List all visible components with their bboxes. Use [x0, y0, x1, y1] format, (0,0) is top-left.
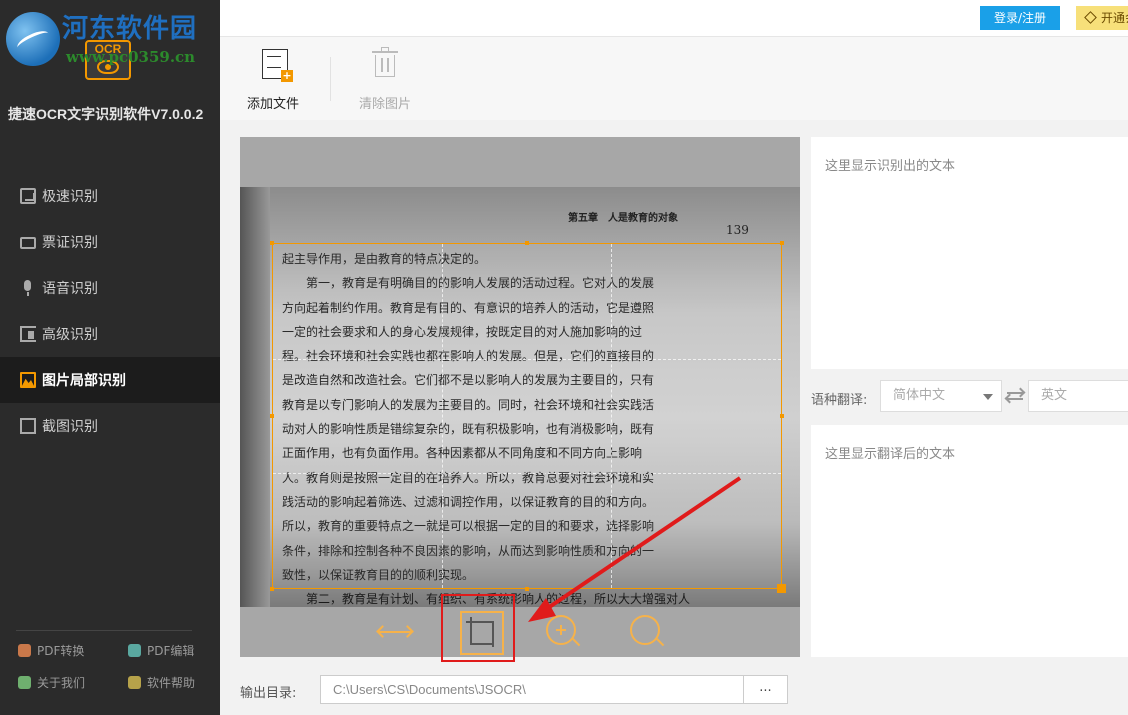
recognized-text-area[interactable]: 这里显示识别出的文本 — [811, 137, 1128, 369]
target-language-value: 英文 — [1041, 388, 1068, 403]
add-file-label: 添加文件 — [246, 97, 299, 112]
vip-button[interactable]: 开通会员 — [1076, 6, 1128, 30]
advanced-icon — [20, 326, 36, 342]
screenshot-icon — [20, 418, 36, 434]
source-language-value: 简体中文 — [893, 388, 946, 403]
grid-line — [442, 244, 444, 588]
pdf-edit-icon — [128, 644, 141, 657]
swap-languages-icon[interactable] — [1005, 386, 1025, 406]
sidebar: 河东软件园 OCR www.pc0359.cn 捷速OCR文字识别软件V7.0.… — [0, 0, 220, 715]
pdf-edit-link[interactable]: PDF编辑 — [128, 642, 194, 659]
recognized-text-placeholder: 这里显示识别出的文本 — [825, 159, 956, 174]
resize-handle[interactable] — [777, 584, 786, 593]
image-icon — [20, 372, 36, 388]
annotation-highlight-box — [441, 594, 515, 662]
output-dir-field[interactable]: C:\Users\CS\Documents\JSOCR\ — [320, 675, 744, 704]
browse-button[interactable]: ... — [743, 675, 788, 704]
fit-width-button[interactable] — [376, 613, 416, 653]
sidebar-item-label: 票证识别 — [42, 235, 98, 251]
target-language-select[interactable]: 英文 — [1028, 380, 1128, 412]
sidebar-item-quick-recognize[interactable]: 极速识别 — [0, 173, 220, 219]
top-bar: 登录/注册 开通会员 — [220, 0, 1128, 36]
sidebar-item-label: 语音识别 — [42, 281, 98, 297]
trash-icon — [372, 47, 398, 79]
vip-button-label: 开通会员 — [1101, 11, 1128, 25]
sidebar-item-label: 极速识别 — [42, 189, 98, 205]
about-label: 关于我们 — [37, 676, 86, 690]
watermark-url: www.pc0359.cn — [66, 48, 196, 66]
source-language-select[interactable]: 简体中文 — [880, 380, 1002, 412]
app-title: 捷速OCR文字识别软件V7.0.0.2 — [8, 106, 204, 122]
watermark-globe-icon — [6, 12, 60, 66]
add-file-icon: + — [262, 49, 293, 82]
login-register-button[interactable]: 登录/注册 — [980, 6, 1060, 30]
annotation-arrow-icon — [528, 476, 742, 622]
chevron-down-icon — [983, 394, 993, 400]
sidebar-item-voice-recognize[interactable]: 语音识别 — [0, 265, 220, 311]
resize-handle[interactable] — [270, 414, 274, 418]
diamond-icon — [1084, 11, 1097, 24]
resize-handle[interactable] — [780, 414, 784, 418]
translated-text-area[interactable]: 这里显示翻译后的文本 — [811, 425, 1128, 657]
microphone-icon — [20, 280, 36, 296]
resize-handle[interactable] — [525, 241, 529, 245]
horizontal-arrows-icon — [378, 631, 412, 633]
pdf-convert-icon — [18, 644, 31, 657]
ticket-icon — [20, 237, 36, 249]
chapter-title: 第五章 人是教育的对象 — [568, 213, 678, 224]
grid-line — [273, 358, 781, 360]
sidebar-item-label: 图片局部识别 — [42, 373, 126, 389]
clear-image-label: 清除图片 — [358, 97, 411, 112]
page-number: 139 — [726, 223, 749, 237]
sidebar-item-label: 高级识别 — [42, 327, 98, 343]
pdf-convert-link[interactable]: PDF转换 — [18, 642, 84, 659]
sidebar-item-image-partial-recognize[interactable]: 图片局部识别 — [0, 357, 220, 403]
quick-recognize-icon — [20, 188, 36, 204]
about-icon — [18, 676, 31, 689]
sidebar-item-ticket-recognize[interactable]: 票证识别 — [0, 219, 220, 265]
translate-row: 语种翻译: 简体中文 英文 — [811, 380, 1128, 414]
translated-text-placeholder: 这里显示翻译后的文本 — [825, 447, 956, 462]
about-link[interactable]: 关于我们 — [18, 674, 85, 691]
sidebar-divider — [16, 630, 192, 631]
help-icon — [128, 676, 141, 689]
add-file-button[interactable]: + 添加文件 — [238, 37, 308, 121]
pdf-convert-label: PDF转换 — [37, 644, 85, 658]
help-label: 软件帮助 — [147, 676, 196, 690]
help-link[interactable]: 软件帮助 — [128, 674, 195, 691]
translate-label: 语种翻译: — [811, 393, 868, 408]
sidebar-item-label: 截图识别 — [42, 419, 98, 435]
resize-handle[interactable] — [270, 241, 274, 245]
output-dir-label: 输出目录: — [240, 686, 297, 701]
sidebar-item-advanced-recognize[interactable]: 高级识别 — [0, 311, 220, 357]
resize-handle[interactable] — [270, 587, 274, 591]
sidebar-nav: 极速识别 票证识别 语音识别 高级识别 图片局部识别 截图识别 — [0, 173, 220, 449]
sidebar-item-screenshot-recognize[interactable]: 截图识别 — [0, 403, 220, 449]
toolbar: + 添加文件 清除图片 — [220, 36, 1128, 120]
watermark-site-name: 河东软件园 — [62, 14, 198, 44]
resize-handle[interactable] — [780, 241, 784, 245]
toolbar-divider — [330, 57, 331, 101]
clear-image-button[interactable]: 清除图片 — [350, 37, 420, 121]
pdf-edit-label: PDF编辑 — [147, 644, 195, 658]
